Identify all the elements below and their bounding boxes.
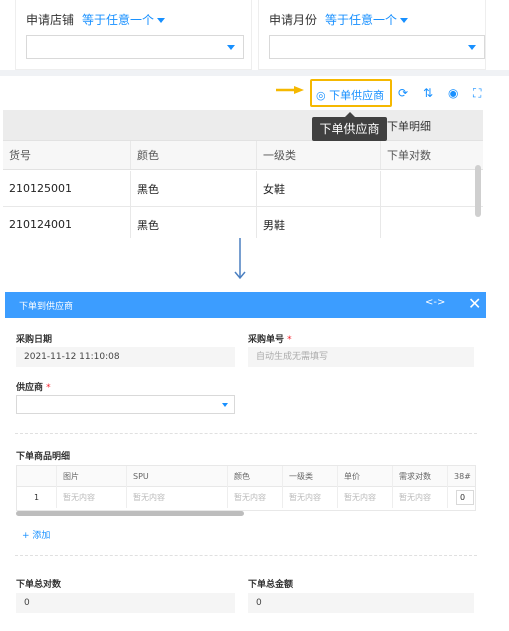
table-row[interactable]: 210124001 黑色 男鞋	[3, 207, 483, 238]
target-icon: ◎	[316, 89, 326, 102]
order-items-grid: 图片 SPU 颜色 一级类 单价 需求对数 38# 1 暂无内容 暂无内容 暂无…	[16, 465, 476, 511]
sort-icon[interactable]: ⇅	[423, 86, 433, 100]
demand-cell: 暂无内容	[393, 487, 448, 508]
store-select[interactable]	[26, 35, 244, 59]
column-header[interactable]: 颜色	[228, 466, 283, 487]
month-filter-label: 申请月份	[269, 13, 318, 27]
store-filter: 申请店铺 等于任意一个	[15, 0, 252, 70]
horizontal-scrollbar[interactable]	[16, 511, 244, 516]
category-cell: 暂无内容	[283, 487, 338, 508]
column-header[interactable]: 一级类	[257, 141, 381, 169]
color-cell: 暂无内容	[228, 487, 283, 508]
store-filter-operator[interactable]: 等于任意一个	[82, 11, 166, 28]
order-supplier-button[interactable]: ◎ 下单供应商	[316, 87, 384, 103]
column-header[interactable]: 需求对数	[393, 466, 448, 487]
dialog-title: 下单到供应商	[19, 302, 74, 312]
eye-icon[interactable]: ◉	[448, 86, 458, 100]
section-divider	[0, 70, 509, 76]
top-panel: 申请店铺 等于任意一个 申请月份 等于任意一个 ◎ 下单供应商 ⟳ ⇅ ◉ ⛶ …	[0, 0, 509, 240]
store-filter-label: 申请店铺	[26, 13, 75, 27]
column-header[interactable]: 颜色	[131, 141, 257, 169]
supplier-label: 供应商 *	[16, 383, 51, 393]
refresh-icon[interactable]: ⟳	[398, 86, 408, 100]
month-select[interactable]	[269, 35, 485, 59]
vertical-scrollbar[interactable]	[475, 165, 481, 217]
total-amount-label: 下单总金额	[248, 580, 294, 590]
caret-down-icon	[468, 45, 476, 50]
table-cell: 210124001	[3, 207, 131, 238]
table-cell: 黑色	[131, 207, 257, 238]
order-to-supplier-dialog: 下单到供应商 <-> ✕ 采购日期 2021-11-12 11:10:08 采购…	[5, 292, 486, 631]
column-header[interactable]: 38#	[448, 466, 475, 487]
table-cell: 女鞋	[257, 171, 381, 206]
table-row[interactable]: 210125001 黑色 女鞋	[3, 171, 483, 207]
total-pairs-label: 下单总对数	[16, 580, 62, 590]
grid-column-header: 图片 SPU 颜色 一级类 单价 需求对数 38#	[17, 466, 475, 487]
close-icon[interactable]: ✕	[468, 294, 481, 313]
caret-down-icon	[400, 18, 409, 23]
tooltip: 下单供应商	[312, 112, 387, 141]
total-amount-field: 0	[248, 593, 474, 613]
row-index: 1	[17, 487, 57, 508]
table-cell: 黑色	[131, 171, 257, 206]
month-filter-operator[interactable]: 等于任意一个	[325, 11, 409, 28]
required-marker: *	[287, 335, 292, 345]
detail-section-title: 下单商品明细	[16, 452, 71, 462]
month-filter: 申请月份 等于任意一个	[258, 0, 486, 70]
pointer-arrow-icon	[276, 86, 304, 94]
column-header[interactable]: 货号	[3, 141, 131, 169]
column-header[interactable]: 下单对数	[381, 141, 483, 169]
total-pairs-field: 0	[16, 593, 235, 613]
dialog-header: 下单到供应商 <-> ✕	[5, 292, 486, 318]
grid-group-header: 下单明细	[3, 110, 483, 140]
purchase-date-field[interactable]: 2021-11-12 11:10:08	[16, 347, 235, 367]
purchase-no-label: 采购单号 *	[248, 335, 292, 345]
table-cell: 男鞋	[257, 207, 381, 238]
qty-38-input[interactable]: 0	[456, 490, 474, 505]
section-divider	[15, 555, 477, 556]
column-header	[17, 466, 57, 487]
price-cell: 暂无内容	[338, 487, 393, 508]
caret-down-icon	[227, 45, 235, 50]
resize-icon[interactable]: <->	[425, 297, 445, 308]
group-header-label: 下单明细	[387, 120, 431, 133]
table-row[interactable]: 1 暂无内容 暂无内容 暂无内容 暂无内容 暂无内容 暂无内容 0	[17, 487, 475, 508]
column-header[interactable]: 单价	[338, 466, 393, 487]
down-arrow-icon	[234, 238, 246, 280]
caret-down-icon	[222, 403, 228, 407]
add-item-button[interactable]: + 添加	[22, 528, 50, 541]
column-header[interactable]: SPU	[127, 466, 228, 487]
grid-column-header: 货号 颜色 一级类 下单对数	[3, 140, 483, 170]
section-divider	[15, 433, 477, 434]
spu-cell: 暂无内容	[127, 487, 228, 508]
image-cell: 暂无内容	[57, 487, 127, 508]
caret-down-icon	[157, 18, 166, 23]
supplier-select[interactable]	[16, 395, 235, 414]
required-marker: *	[46, 383, 51, 393]
table-cell: 210125001	[3, 171, 131, 206]
detail-grid: 下单明细 货号 颜色 一级类 下单对数 210125001 黑色 女鞋 2101…	[3, 110, 483, 238]
purchase-date-label: 采购日期	[16, 335, 53, 345]
purchase-no-field[interactable]: 自动生成无需填写	[248, 347, 474, 367]
fullscreen-icon[interactable]: ⛶	[473, 86, 481, 101]
column-header[interactable]: 图片	[57, 466, 127, 487]
table-cell	[381, 171, 483, 206]
table-cell	[381, 207, 483, 238]
column-header[interactable]: 一级类	[283, 466, 338, 487]
